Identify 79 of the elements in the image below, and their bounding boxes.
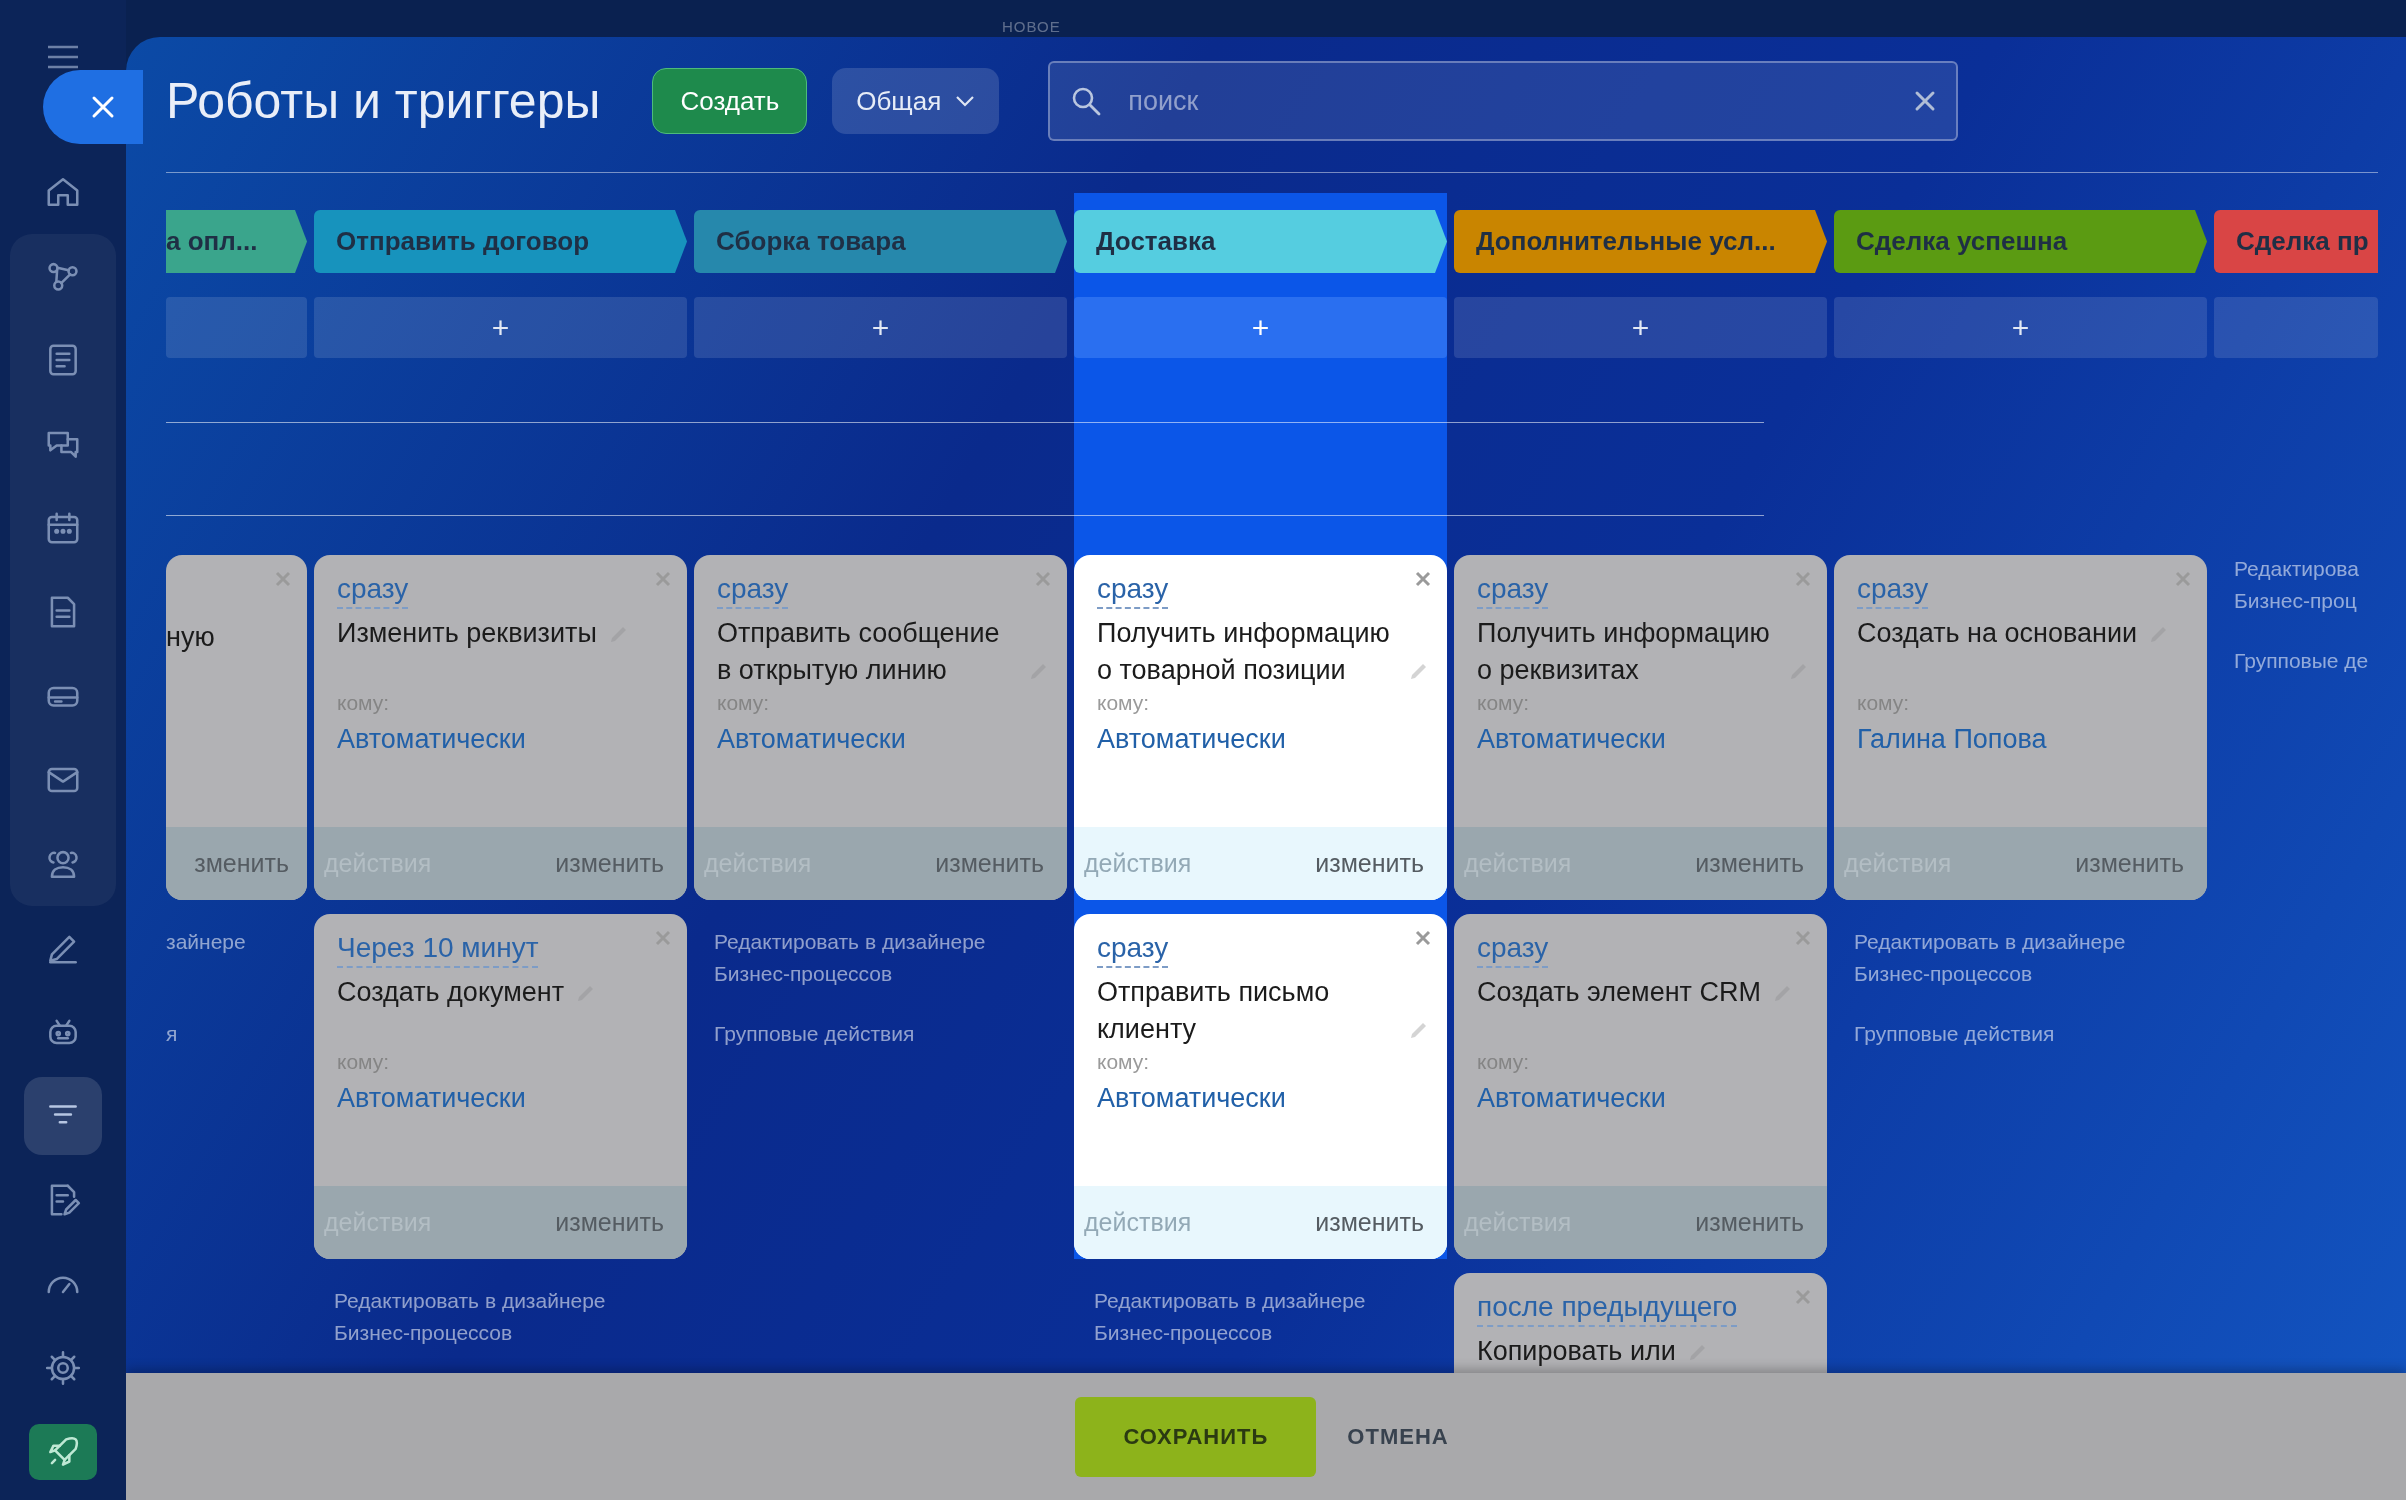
recipient-link[interactable]: Галина Попова xyxy=(1857,719,2047,759)
clear-icon[interactable] xyxy=(1914,90,1937,112)
search-icon xyxy=(1070,85,1103,117)
close-icon[interactable] xyxy=(1415,571,1431,587)
recipient-link[interactable]: Автоматически xyxy=(1477,719,1666,759)
action-title: ную xyxy=(166,621,215,654)
designer-link[interactable]: Редактировать в дизайнере Бизнес-процессов xyxy=(714,926,1067,990)
edit-link[interactable]: изменить xyxy=(1315,1208,1424,1237)
add-button[interactable]: + xyxy=(694,297,1067,358)
recipient-link[interactable]: Автоматически xyxy=(337,719,526,759)
settings-icon xyxy=(44,1349,82,1387)
save-button[interactable]: СОХРАНИТЬ xyxy=(1075,1396,1317,1477)
action-title: Отправить сообщение в открытую линию xyxy=(717,617,1001,687)
delay-link[interactable]: Через 10 минут xyxy=(337,930,539,968)
stage-tab[interactable]: а опл... xyxy=(166,210,307,273)
recipient-link[interactable]: Автоматически xyxy=(1097,719,1286,759)
action-title: Изменить реквизиты xyxy=(337,617,597,650)
add-button[interactable]: + xyxy=(1074,297,1447,358)
designer-link[interactable]: Редактировать в дизайнере Бизнес-процессов xyxy=(1094,1285,1447,1349)
edit-link[interactable]: изменить xyxy=(555,1208,664,1237)
action-title: Создать документ xyxy=(337,976,565,1009)
stage-tab[interactable]: Сделка пр xyxy=(2214,210,2378,273)
group-actions-link[interactable]: Групповые де xyxy=(2234,645,2378,677)
action-title: Отправить письмо клиенту xyxy=(1097,976,1331,1046)
cancel-button[interactable]: ОТМЕНА xyxy=(1339,1423,1457,1450)
sidebar-item[interactable] xyxy=(29,1424,97,1480)
view-dropdown[interactable]: Общая xyxy=(832,68,1000,134)
caret-icon xyxy=(955,95,976,107)
edit-link[interactable]: изменить xyxy=(1315,849,1424,878)
group-actions-link[interactable]: я xyxy=(166,1018,307,1050)
recipient-link[interactable]: Автоматически xyxy=(717,719,906,759)
action-title: Создать на основании xyxy=(1857,617,2138,650)
designer-link[interactable]: Редактировать в дизайнере Бизнес-процессов xyxy=(1854,926,2207,990)
stage-tab[interactable]: Доставка xyxy=(1074,210,1447,273)
close-icon[interactable] xyxy=(1415,930,1431,946)
action-title: Создать элемент CRM xyxy=(1477,976,1761,1009)
delay-link[interactable]: сразу xyxy=(717,571,789,609)
add-button[interactable]: + xyxy=(1834,297,2207,358)
delay-link[interactable]: сразу xyxy=(1097,930,1169,968)
edit-link[interactable]: зменить xyxy=(194,849,289,878)
action-title: Получить информацию о товарной позиции xyxy=(1097,617,1391,687)
stage-tab[interactable]: Сделка успешна xyxy=(1834,210,2207,273)
recipient-label: кому: xyxy=(1097,1049,1151,1075)
actions-link[interactable]: действия xyxy=(1084,1208,1192,1237)
designer-link[interactable]: Редактирова Бизнес-проц xyxy=(2234,553,2378,617)
delay-link[interactable]: сразу xyxy=(337,571,409,609)
actions-link[interactable]: действия xyxy=(1084,849,1192,878)
action-title: Получить информацию о реквизитах xyxy=(1477,617,1771,687)
delay-link[interactable]: после предыдущего xyxy=(1477,1289,1738,1327)
pencil-icon[interactable] xyxy=(1409,661,1429,681)
delay-link[interactable]: сразу xyxy=(1097,571,1169,609)
stage-tab[interactable]: Отправить договор xyxy=(314,210,687,273)
designer-link[interactable]: зайнере xyxy=(166,926,307,990)
stage-tab[interactable]: Сборка товара xyxy=(694,210,1067,273)
delay-link[interactable]: сразу xyxy=(1857,571,1929,609)
edit-link[interactable]: изменить xyxy=(1695,849,1804,878)
page-title: Роботы и триггеры xyxy=(166,72,601,130)
edit-link[interactable]: изменить xyxy=(935,849,1044,878)
delay-link[interactable]: сразу xyxy=(1477,930,1549,968)
recipient-link[interactable]: Автоматически xyxy=(337,1078,526,1118)
add-button[interactable]: + xyxy=(1454,297,1827,358)
recipient-link[interactable]: Автоматически xyxy=(1477,1078,1666,1118)
delay-link[interactable]: сразу xyxy=(1477,571,1549,609)
recipient-label: кому: xyxy=(1097,690,1151,716)
action-title: Копировать или xyxy=(1477,1335,1676,1368)
pencil-icon[interactable] xyxy=(1409,1020,1429,1040)
group-actions-link[interactable]: Групповые действия xyxy=(1854,1018,2207,1050)
edit-link[interactable]: изменить xyxy=(555,849,664,878)
edit-link[interactable]: изменить xyxy=(2075,849,2184,878)
group-actions-link[interactable]: Групповые действия xyxy=(714,1018,1067,1050)
new-label: НОВОЕ xyxy=(1002,18,1061,35)
stage-tab[interactable]: Дополнительные усл... xyxy=(1454,210,1827,273)
create-button[interactable]: Создать xyxy=(652,68,808,134)
designer-link[interactable]: Редактировать в дизайнере Бизнес-процессов xyxy=(334,1285,687,1349)
recipient-link[interactable]: Автоматически xyxy=(1097,1078,1286,1118)
add-button[interactable]: + xyxy=(314,297,687,358)
close-button[interactable] xyxy=(43,70,143,144)
sidebar-item[interactable] xyxy=(24,1077,102,1155)
edit-link[interactable]: изменить xyxy=(1695,1208,1804,1237)
